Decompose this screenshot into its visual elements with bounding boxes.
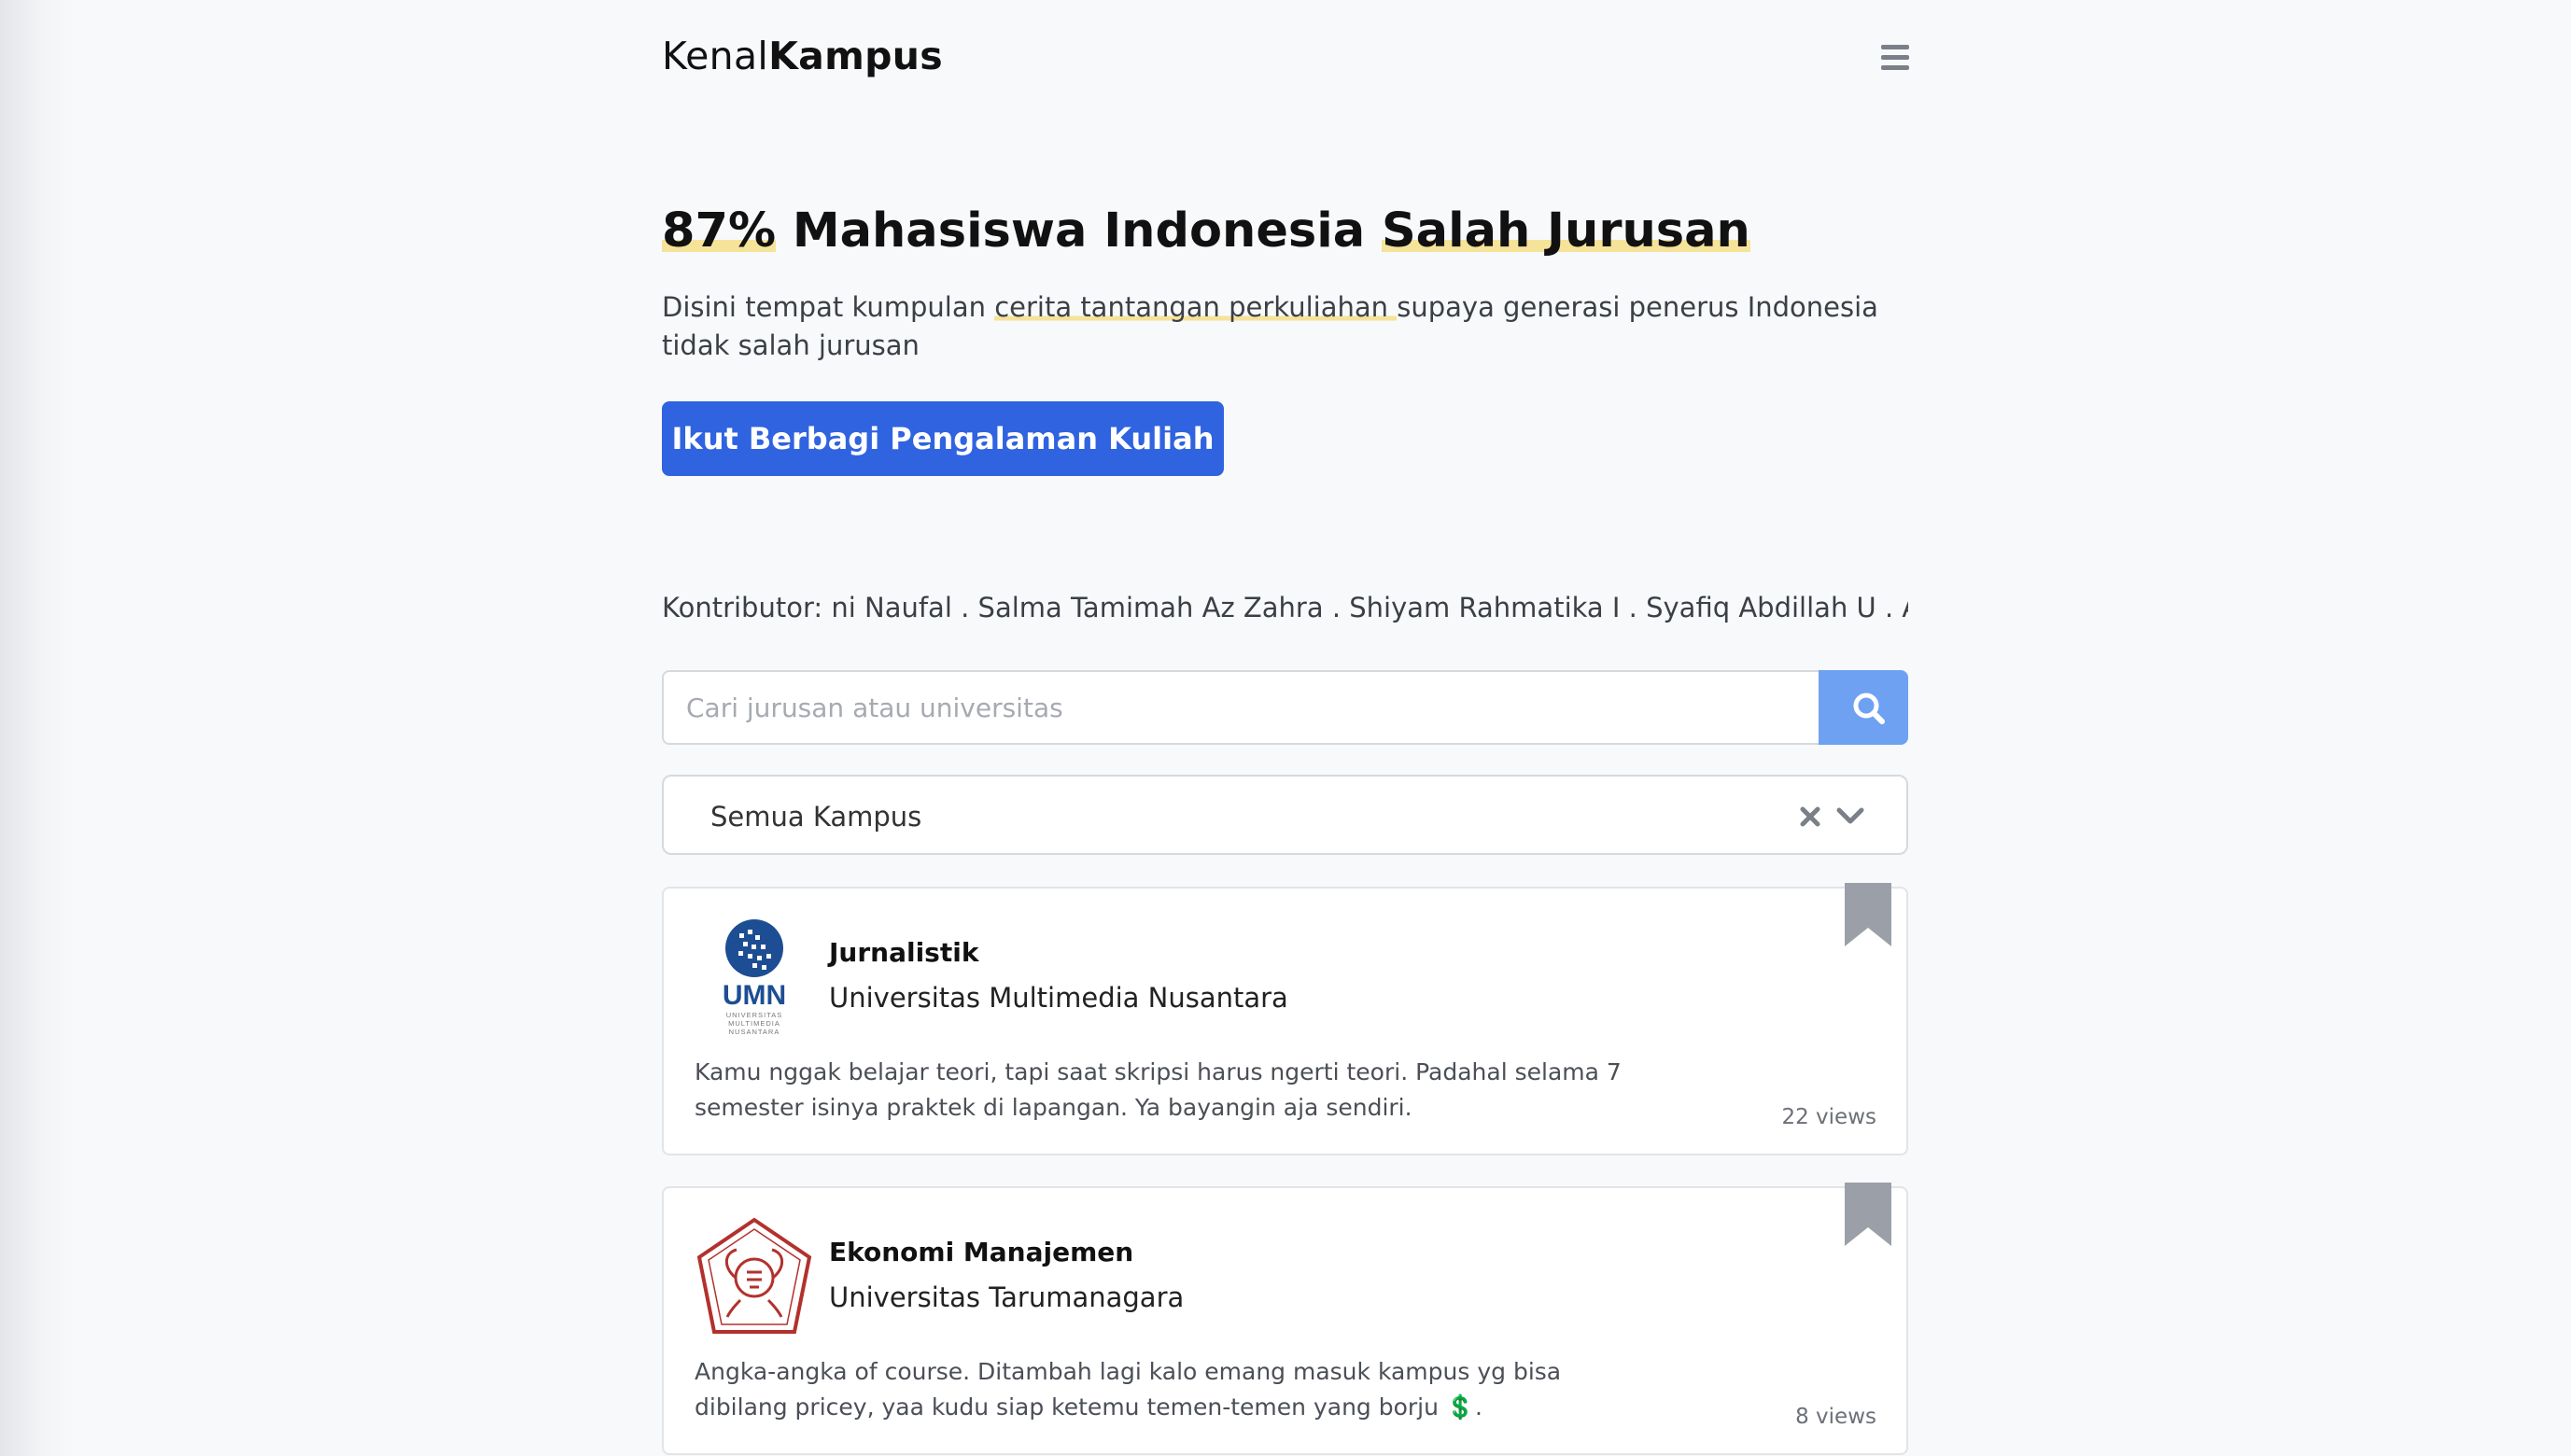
- university-name: Universitas Tarumanagara: [829, 1281, 1185, 1313]
- untar-logo-icon: [696, 1217, 812, 1334]
- campus-filter-value: Semua Kampus: [710, 801, 922, 833]
- search-input[interactable]: [662, 670, 1819, 745]
- search-bar: [662, 670, 1908, 745]
- hero-title: 87% Mahasiswa Indonesia Salah Jurusan: [662, 203, 1750, 259]
- clear-filter-icon[interactable]: [1796, 797, 1824, 833]
- major-card[interactable]: UMN UNIVERSITAS MULTIMEDIA NUSANTARA Jur…: [662, 883, 1908, 1155]
- search-icon: [1853, 693, 1885, 724]
- contributors-ticker: Kontributor: ni Naufal . Salma Tamimah A…: [662, 592, 1908, 623]
- umn-logo-icon: UMN UNIVERSITAS MULTIMEDIA NUSANTARA: [723, 919, 786, 1036]
- title-highlight-salah-jurusan: Salah Jurusan: [1381, 203, 1750, 259]
- left-edge-shadow: [0, 0, 75, 1456]
- svg-text:MULTIMEDIA: MULTIMEDIA: [728, 1019, 780, 1028]
- bookmark-icon[interactable]: [1845, 1183, 1891, 1246]
- chevron-down-icon[interactable]: [1833, 799, 1867, 833]
- story-excerpt: Angka-angka of course. Ditambah lagi kal…: [695, 1358, 1562, 1421]
- view-count: 22 views: [1781, 1105, 1876, 1129]
- major-name: Ekonomi Manajemen: [829, 1237, 1134, 1267]
- campus-filter-select[interactable]: Semua Kampus: [662, 775, 1908, 855]
- svg-text:NUSANTARA: NUSANTARA: [729, 1028, 780, 1036]
- view-count: 8 views: [1795, 1405, 1876, 1429]
- title-highlight-percent: 87%: [662, 203, 777, 259]
- major-card[interactable]: Ekonomi Manajemen Universitas Tarumanaga…: [662, 1183, 1908, 1455]
- svg-text:UMN: UMN: [723, 980, 786, 1011]
- brand-logo[interactable]: KenalKampus: [662, 34, 943, 78]
- hero-description: Disini tempat kumpulan cerita tantangan …: [662, 291, 1878, 361]
- share-experience-button[interactable]: Ikut Berbagi Pengalaman Kuliah: [662, 401, 1224, 476]
- story-excerpt: Kamu nggak belajar teori, tapi saat skri…: [695, 1058, 1622, 1121]
- bookmark-icon[interactable]: [1845, 883, 1891, 946]
- search-button[interactable]: [1819, 670, 1908, 745]
- major-name: Jurnalistik: [829, 937, 979, 968]
- hamburger-menu-icon[interactable]: [1881, 45, 1909, 71]
- description-highlight: cerita tantangan perkuliahan: [994, 291, 1398, 323]
- university-name: Universitas Multimedia Nusantara: [829, 982, 1288, 1014]
- svg-text:UNIVERSITAS: UNIVERSITAS: [726, 1011, 782, 1019]
